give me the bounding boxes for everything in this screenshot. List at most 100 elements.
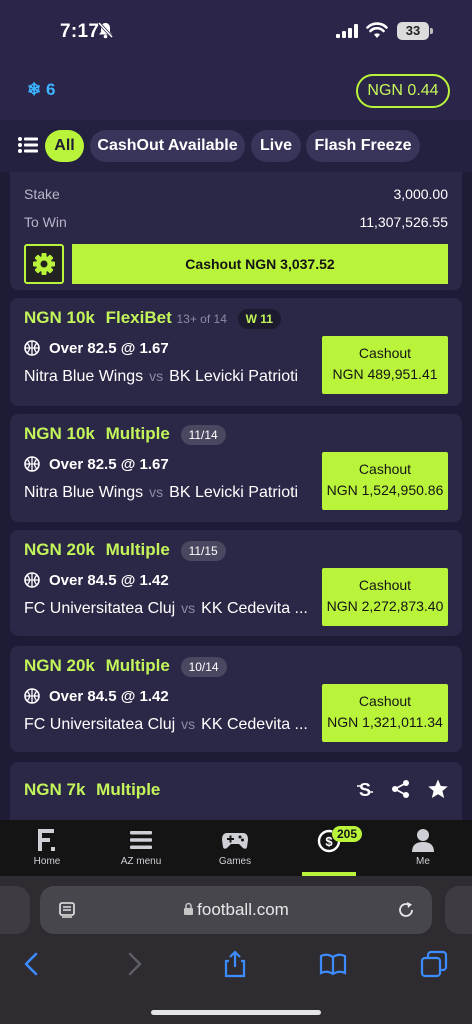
list-menu-icon[interactable] [18, 136, 38, 154]
gear-icon [33, 253, 55, 275]
bell-off-icon [97, 21, 114, 43]
cashout-label: Cashout [358, 461, 412, 477]
url-display: football.com [40, 900, 432, 920]
cashout-label: Cashout [358, 345, 412, 361]
filter-chip-cashout-available[interactable]: CashOut Available [90, 130, 245, 162]
freeze-count: 6 [45, 80, 56, 99]
clock: 7:17 [60, 21, 100, 42]
stake-value: 3,000.00 [393, 186, 449, 202]
bet-type: FlexiBet [105, 308, 172, 327]
nav-me[interactable]: Me [376, 820, 470, 876]
bet-selection: Over 84.5 @ 1.42 [49, 688, 169, 705]
match-teams: Nitra Blue Wings vs BK Levicki Patrioti [24, 484, 324, 502]
to-win-value: 11,307,526.55 [359, 214, 449, 230]
bet-amount: NGN 10k [24, 424, 95, 443]
cashout-button[interactable]: Cashout NGN 489,951.41 [322, 336, 448, 394]
bet-card[interactable]: NGN 7k Multiple S [10, 762, 462, 820]
bet-amount: NGN 20k [24, 656, 95, 675]
bet-selection: Over 82.5 @ 1.67 [49, 340, 169, 357]
bet-card[interactable]: NGN 20k Multiple 11/15 Over 84.5 @ 1.42 … [10, 530, 462, 636]
to-win-label: To Win [24, 214, 67, 230]
nav-label: Home [33, 856, 61, 867]
cashout-amount: NGN 2,272,873.40 [326, 598, 444, 614]
home-indicator [151, 1010, 321, 1015]
bet-amount: NGN 10k [24, 308, 95, 327]
next-tab-preview[interactable] [445, 886, 472, 934]
filter-chip-flash-freeze[interactable]: Flash Freeze [306, 130, 420, 162]
nav-az-menu[interactable]: AZ menu [94, 820, 188, 876]
cashout-amount: NGN 489,951.41 [332, 366, 438, 382]
share-icon[interactable] [390, 778, 412, 800]
progress-badge: 10/14 [180, 656, 227, 677]
reload-icon[interactable] [396, 900, 416, 920]
nav-cashout[interactable]: $ 205 [282, 820, 376, 876]
bottom-navigation: Home AZ menu Games $ 205 Me [0, 820, 472, 876]
cashout-button[interactable]: Cashout NGN 1,524,950.86 [322, 452, 448, 510]
cashout-button-summary[interactable]: Cashout NGN 3,037.52 [72, 244, 448, 284]
nav-label: Me [416, 856, 430, 867]
progress-badge: 11/14 [180, 424, 226, 445]
bet-card[interactable]: NGN 20k Multiple 10/14 Over 84.5 @ 1.42 … [10, 646, 462, 752]
wifi-icon [366, 22, 388, 38]
bet-subtitle: 13+ of 14 [176, 312, 227, 326]
back-icon[interactable] [18, 950, 46, 978]
cashout-amount: NGN 1,524,950.86 [326, 482, 444, 498]
bet-selection: Over 84.5 @ 1.42 [49, 572, 169, 589]
svg-text:S: S [359, 780, 371, 800]
balance-button[interactable]: NGN 0.44 [356, 74, 450, 108]
match-teams: FC Universitatea Cluj vs KK Cedevita ... [24, 600, 324, 618]
home-team: FC Universitatea Cluj [24, 716, 176, 733]
cashout-button[interactable]: Cashout NGN 2,272,873.40 [322, 568, 448, 626]
filter-chip-live[interactable]: Live [251, 130, 301, 162]
lock-icon [184, 902, 194, 915]
bet-card[interactable]: NGN 10k FlexiBet 13+ of 14 W 11 Over 82.… [10, 298, 462, 406]
nav-label: AZ menu [120, 856, 162, 867]
forward-icon[interactable] [120, 950, 148, 978]
bet-type: Multiple [105, 656, 170, 675]
bet-title: NGN 20k Multiple 11/15 [24, 540, 226, 561]
previous-tab-preview[interactable] [0, 886, 30, 934]
basketball-icon [24, 340, 40, 356]
win-badge: W 11 [237, 308, 281, 329]
nav-label: Games [218, 856, 252, 867]
status-bar: 7:17 33 [0, 0, 472, 62]
basketball-icon [24, 456, 40, 472]
bet-title: NGN 10k Multiple 11/14 [24, 424, 226, 445]
cashout-label: Cashout [358, 577, 412, 593]
bet-type: Multiple [96, 780, 161, 799]
bet-type: Multiple [105, 540, 170, 559]
freeze-counter[interactable]: ❄ 6 [27, 80, 55, 100]
bookmarks-icon[interactable] [319, 950, 347, 978]
address-bar[interactable]: football.com [40, 886, 432, 934]
bet-type: Multiple [105, 424, 170, 443]
signal-icon [336, 24, 358, 38]
logo-icon [38, 829, 55, 851]
filter-chip-all[interactable]: All [45, 130, 84, 162]
vs-label: vs [181, 716, 196, 732]
nav-games[interactable]: Games [188, 820, 282, 876]
settings-button[interactable] [24, 244, 64, 284]
battery-indicator: 33 [397, 22, 433, 40]
basketball-icon [24, 572, 40, 588]
home-team: Nitra Blue Wings [24, 368, 144, 385]
bet-card[interactable]: NGN 10k Multiple 11/14 Over 82.5 @ 1.67 … [10, 414, 462, 522]
share-icon[interactable] [221, 950, 249, 978]
progress-badge: 11/15 [180, 540, 226, 561]
menu-icon [130, 831, 152, 849]
tabs-icon[interactable] [420, 950, 448, 978]
filter-bar: All CashOut Available Live Flash Freeze [0, 120, 472, 172]
vs-label: vs [181, 600, 196, 616]
away-team: KK Cedevita ... [201, 716, 308, 733]
home-team: FC Universitatea Cluj [24, 600, 176, 617]
star-icon[interactable] [427, 778, 449, 800]
bet-selection: Over 82.5 @ 1.67 [49, 456, 169, 473]
cashout-button[interactable]: Cashout NGN 1,321,011.34 [322, 684, 448, 742]
sportybet-s-icon[interactable]: S [354, 778, 376, 800]
away-team: BK Levicki Patrioti [169, 368, 299, 385]
cashout-label: Cashout [358, 693, 412, 709]
url-text: football.com [197, 900, 289, 919]
browser-chrome: football.com [0, 876, 472, 1024]
vs-label: vs [149, 484, 164, 500]
basketball-icon [24, 688, 40, 704]
nav-home[interactable]: Home [0, 820, 94, 876]
